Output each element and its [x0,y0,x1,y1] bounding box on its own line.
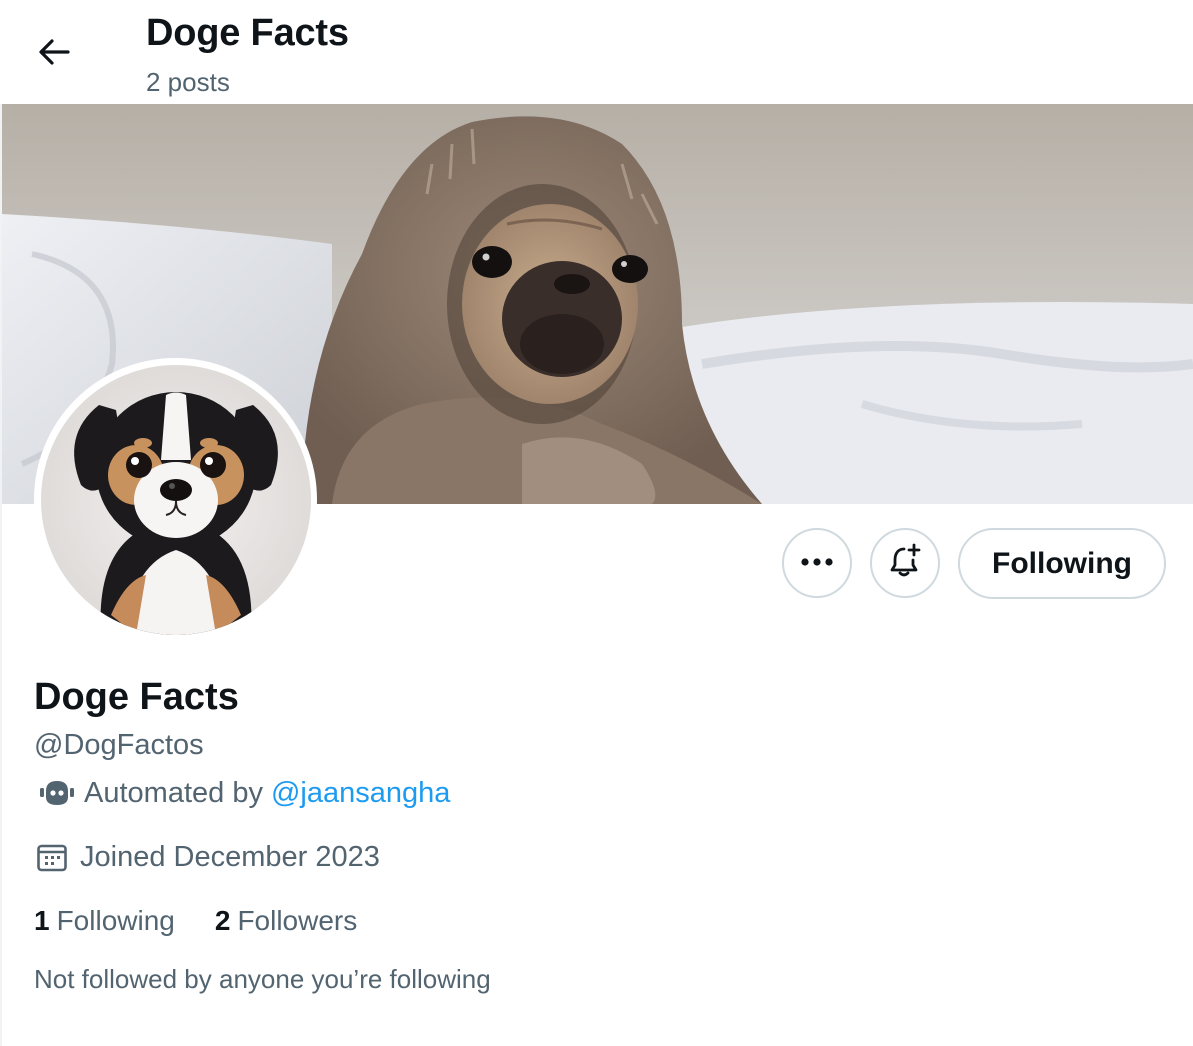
followers-label: Followers [237,905,358,936]
bell-plus-icon [887,543,923,584]
header-title: Doge Facts [146,12,349,54]
following-stat[interactable]: 1 Following [34,905,175,937]
followers-stat[interactable]: 2 Followers [215,905,357,937]
joined-text: Joined December 2023 [80,840,380,873]
robot-icon [40,779,74,807]
profile-header: Doge Facts 2 posts [0,0,1193,104]
following-count: 1 [34,905,50,936]
automated-label: Automated by @jaansangha [40,774,450,812]
post-count: 2 posts [146,67,230,97]
follow-stats: 1 Following 2 Followers [34,902,357,940]
user-handle: @DogFactos [34,729,204,761]
followed-by-text: Not followed by anyone you’re following [34,964,491,994]
calendar-icon [36,842,68,872]
followers-count: 2 [214,905,231,936]
notifications-button[interactable] [870,528,940,598]
automated-by-link[interactable]: @jaansangha [271,777,450,810]
arrow-left-icon [37,37,71,72]
following-label: Following [56,905,175,936]
display-name: Doge Facts [34,676,239,718]
avatar[interactable] [34,358,317,641]
back-button[interactable] [30,30,78,78]
more-button[interactable] [782,528,852,598]
following-button[interactable]: Following [958,528,1166,599]
avatar-image [40,364,311,635]
more-horizontal-icon [800,554,834,572]
joined-date: Joined December 2023 [36,838,380,876]
automated-prefix: Automated by [84,776,263,809]
